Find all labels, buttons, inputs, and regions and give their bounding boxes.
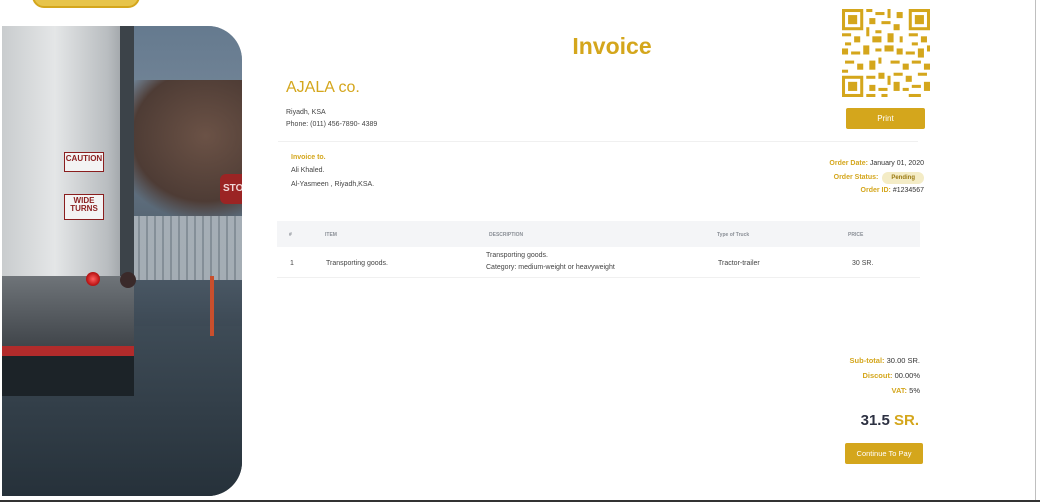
- discount-value: 00.00%: [894, 371, 920, 380]
- discount-label: Discout:: [862, 371, 893, 380]
- grand-total-currency: SR.: [893, 412, 919, 429]
- order-id: Order ID: #1234567: [861, 187, 924, 194]
- continue-to-pay-button[interactable]: Continue To Pay: [845, 443, 923, 464]
- truck-bumper: [2, 346, 134, 356]
- qr-code-icon: [842, 9, 930, 97]
- vat: VAT: 5%: [892, 386, 921, 395]
- col-item: ITEM: [325, 232, 337, 238]
- customer-address: Al-Yasmeen , Riyadh,KSA.: [291, 181, 375, 188]
- status-badge: Pending: [882, 172, 924, 184]
- company-address: Riyadh, KSA: [286, 109, 326, 116]
- row-truck-type: Tractor-trailer: [718, 260, 760, 267]
- order-id-value: #1234567: [892, 187, 924, 194]
- company-name: AJALA co.: [286, 79, 360, 96]
- col-description: DESCRIPTION: [489, 232, 524, 238]
- subtotal-value: 30.00 SR.: [886, 356, 920, 365]
- row-description-line1: Transporting goods.: [486, 252, 548, 259]
- truck-bottom: [2, 276, 134, 356]
- table-header: # ITEM DESCRIPTION Type of Truck PRICE: [277, 221, 920, 247]
- order-date-label: Order Date:: [829, 160, 868, 167]
- invoice-to-label: Invoice to.: [291, 154, 326, 161]
- stop-sign: STO: [220, 174, 242, 204]
- row-description-line2: Category: medium-weight or heavyweight: [486, 264, 615, 271]
- order-id-label: Order ID:: [860, 187, 891, 194]
- table-row: 1 Transporting goods. Transporting goods…: [277, 248, 920, 278]
- grand-total-amount: 31.5: [860, 412, 890, 429]
- subtotal-label: Sub-total:: [849, 356, 885, 365]
- discount: Discout: 00.00%: [862, 371, 920, 380]
- print-button[interactable]: Print: [846, 108, 925, 129]
- truck-shadow: [2, 356, 134, 396]
- grand-total: 31.5 SR.: [861, 412, 919, 429]
- vat-value: 5%: [909, 386, 920, 395]
- order-date: Order Date: January 01, 2020: [829, 160, 924, 167]
- row-item: Transporting goods.: [326, 260, 388, 267]
- right-frame-line: [1035, 0, 1036, 500]
- row-price: 30 SR.: [852, 260, 874, 267]
- row-number: 1: [290, 260, 294, 267]
- top-nav-pill[interactable]: [32, 0, 140, 8]
- order-date-value: January 01, 2020: [869, 160, 924, 167]
- wide-turns-sign: WIDE TURNS: [64, 194, 104, 220]
- tail-light-off: [120, 272, 136, 288]
- company-phone: Phone: (011) 456-7890- 4389: [286, 121, 378, 128]
- vat-label: VAT:: [891, 386, 908, 395]
- order-status-label: Order Status:: [833, 174, 879, 181]
- traffic-pole: [210, 276, 214, 336]
- subtotal: Sub-total: 30.00 SR.: [850, 356, 920, 365]
- tail-light: [86, 272, 100, 286]
- hero-truck-image: CAUTION WIDE TURNS STO: [2, 26, 242, 496]
- fence: [132, 216, 242, 280]
- customer-name: Ali Khaled.: [291, 167, 325, 174]
- caution-sign: CAUTION: [64, 152, 104, 172]
- order-status: Order Status: Pending: [834, 172, 924, 184]
- col-price: PRICE: [848, 232, 864, 238]
- col-truck-type: Type of Truck: [717, 232, 750, 238]
- header-separator: [278, 141, 918, 142]
- col-number: #: [289, 232, 292, 238]
- invoice-title: Invoice: [572, 33, 652, 59]
